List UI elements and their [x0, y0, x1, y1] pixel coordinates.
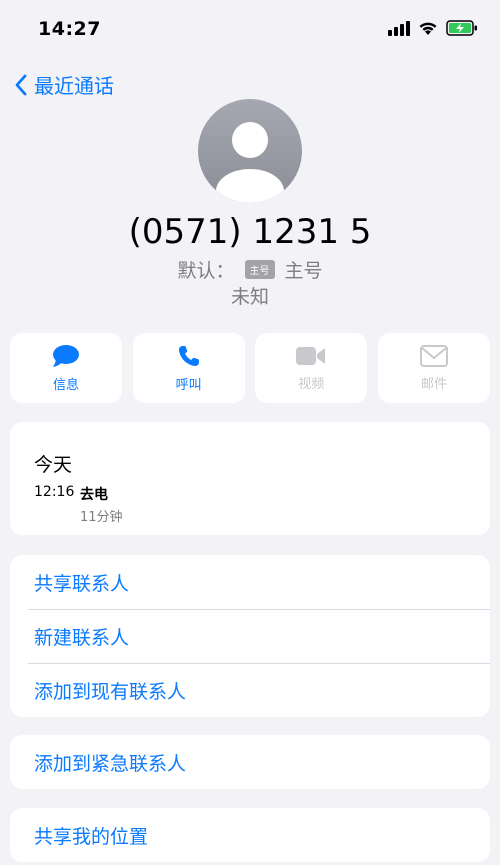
sim-badge: 主号 [244, 260, 275, 279]
call-day: 今天 [34, 454, 73, 476]
contact-status: 未知 [230, 286, 269, 308]
share-contact-button[interactable]: 共享联系人 [10, 555, 490, 609]
sim-name: 主号 [284, 260, 323, 282]
new-contact-button[interactable]: 新建联系人 [10, 609, 490, 663]
add-to-existing-contact-button[interactable]: 添加到现有联系人 [10, 663, 490, 717]
status-icons [388, 20, 478, 36]
video-button[interactable]: 视频 [255, 333, 368, 403]
video-icon [296, 346, 326, 365]
cellular-signal-icon [388, 20, 410, 36]
emergency-options-group: 添加到紧急联系人 [10, 735, 490, 789]
video-label: 视频 [298, 376, 325, 392]
call-type: 去电 [80, 487, 108, 503]
mail-button[interactable]: 邮件 [377, 333, 490, 403]
status-bar: 14:27 [0, 0, 500, 60]
add-emergency-contact-button[interactable]: 添加到紧急联系人 [10, 735, 490, 789]
mail-label: 邮件 [420, 376, 447, 392]
avatar [198, 99, 302, 203]
message-label: 信息 [52, 377, 79, 393]
message-button[interactable]: 信息 [10, 333, 122, 403]
chevron-left-icon [15, 74, 27, 95]
default-label: 默认： [177, 260, 235, 282]
call-duration: 11分钟 [80, 510, 123, 525]
wifi-icon [419, 22, 437, 35]
contact-options-group: 共享联系人 新建联系人 添加到现有联系人 [10, 555, 490, 717]
default-sim-line: 默认： 主号 主号 [0, 256, 500, 283]
back-label: 最近通话 [34, 74, 114, 98]
status-time: 14:27 [38, 18, 101, 40]
share-location-button[interactable]: 共享我的位置 [10, 808, 490, 862]
message-icon [52, 344, 79, 367]
mail-icon [419, 344, 448, 367]
location-options-group: 共享我的位置 [10, 808, 490, 862]
call-history-card: 今天 12:16 去电 11分钟 [10, 422, 490, 535]
phone-icon [178, 345, 199, 366]
call-time: 12:16 [34, 484, 75, 500]
battery-charging-icon [446, 20, 477, 36]
back-button[interactable]: 最近通话 [14, 70, 114, 99]
action-buttons: 信息 呼叫 视频 邮件 [10, 333, 490, 403]
person-icon [216, 122, 284, 203]
call-button[interactable]: 呼叫 [132, 333, 245, 403]
call-label: 呼叫 [175, 377, 202, 393]
phone-number: (0571) 1231 5 [128, 212, 372, 252]
